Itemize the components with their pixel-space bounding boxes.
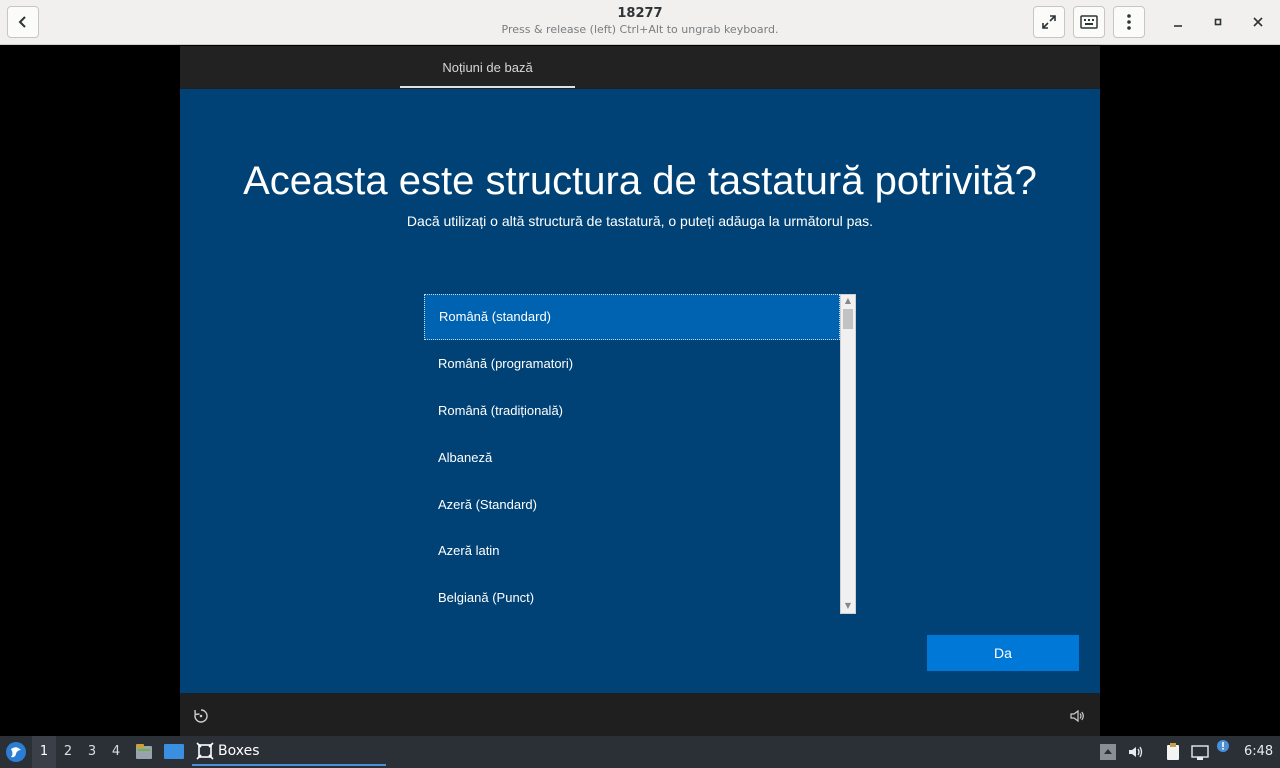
scroll-down-icon[interactable]: ▼ <box>841 600 855 612</box>
updates-icon[interactable] <box>1215 738 1231 754</box>
task-boxes[interactable]: Boxes <box>192 738 386 766</box>
notification-area-icon[interactable] <box>1098 742 1118 762</box>
back-button[interactable] <box>7 6 39 38</box>
list-item[interactable]: Albaneză <box>424 435 840 481</box>
page-subtitle: Dacă utilizați o altă structură de tasta… <box>406 213 874 229</box>
list-item[interactable]: Română (standard) <box>424 294 840 340</box>
scroll-thumb[interactable] <box>843 309 853 329</box>
fullscreen-button[interactable] <box>1033 6 1065 38</box>
window-subtitle: Press & release (left) Ctrl+Alt to ungra… <box>501 23 779 36</box>
close-button[interactable] <box>1248 12 1268 32</box>
minimize-icon <box>1174 25 1182 27</box>
setup-tabbar: Noțiuni de bază <box>180 46 1100 88</box>
list-scrollbar[interactable]: ▲ ▼ <box>840 294 856 614</box>
clipboard-icon[interactable] <box>1163 742 1183 762</box>
vm-display[interactable]: Noțiuni de bază Aceasta este structura d… <box>180 46 1100 736</box>
ease-of-access-icon[interactable] <box>192 707 210 725</box>
list-item[interactable]: Azeră latin <box>424 528 840 574</box>
window-titlebar: 18277 Press & release (left) Ctrl+Alt to… <box>0 0 1280 45</box>
close-icon <box>1253 17 1263 27</box>
tab-basics[interactable]: Noțiuni de bază <box>400 46 575 88</box>
setup-panel: Aceasta este structura de tastatură potr… <box>180 89 1100 693</box>
keyboard-button[interactable] <box>1073 6 1105 38</box>
workspace-2[interactable]: 2 <box>56 736 80 768</box>
workspace-3[interactable]: 3 <box>80 736 104 768</box>
list-item[interactable]: Română (programatori) <box>424 341 840 387</box>
scroll-up-icon[interactable]: ▲ <box>841 295 855 307</box>
fullscreen-icon <box>1042 15 1056 29</box>
list-item[interactable]: Azeră (Standard) <box>424 482 840 528</box>
minimize-button[interactable] <box>1168 12 1188 32</box>
list-item[interactable]: Belgiană (Punct) <box>424 575 840 621</box>
clock[interactable]: 6:48 <box>1244 736 1273 768</box>
maximize-icon <box>1214 18 1222 26</box>
volume-icon[interactable] <box>1068 707 1086 725</box>
menu-button[interactable] <box>1113 6 1145 38</box>
page-title: Aceasta este structura de tastatură potr… <box>243 159 1037 203</box>
chevron-left-icon <box>18 16 26 28</box>
kebab-menu-icon <box>1127 14 1131 30</box>
file-manager-icon[interactable] <box>134 742 154 762</box>
task-boxes-label: Boxes <box>218 743 260 759</box>
start-menu-icon[interactable] <box>5 741 27 763</box>
setup-bottom-bar <box>180 693 1100 736</box>
workspace-1[interactable]: 1 <box>32 736 56 768</box>
volume-tray-icon[interactable] <box>1126 742 1146 762</box>
taskbar: 1 2 3 4 Boxes 6:48 <box>0 736 1280 768</box>
keyboard-layout-list[interactable]: Română (standard) Română (programatori) … <box>424 294 856 614</box>
workspace-4[interactable]: 4 <box>104 736 128 768</box>
maximize-button[interactable] <box>1208 12 1228 32</box>
show-desktop-icon[interactable] <box>163 742 185 762</box>
network-icon[interactable] <box>1190 742 1210 762</box>
keyboard-icon <box>1080 15 1098 29</box>
list-item[interactable]: Română (tradițională) <box>424 388 840 434</box>
yes-button[interactable]: Da <box>927 635 1079 671</box>
window-title: 18277 <box>617 6 663 21</box>
boxes-app-icon <box>196 742 214 760</box>
